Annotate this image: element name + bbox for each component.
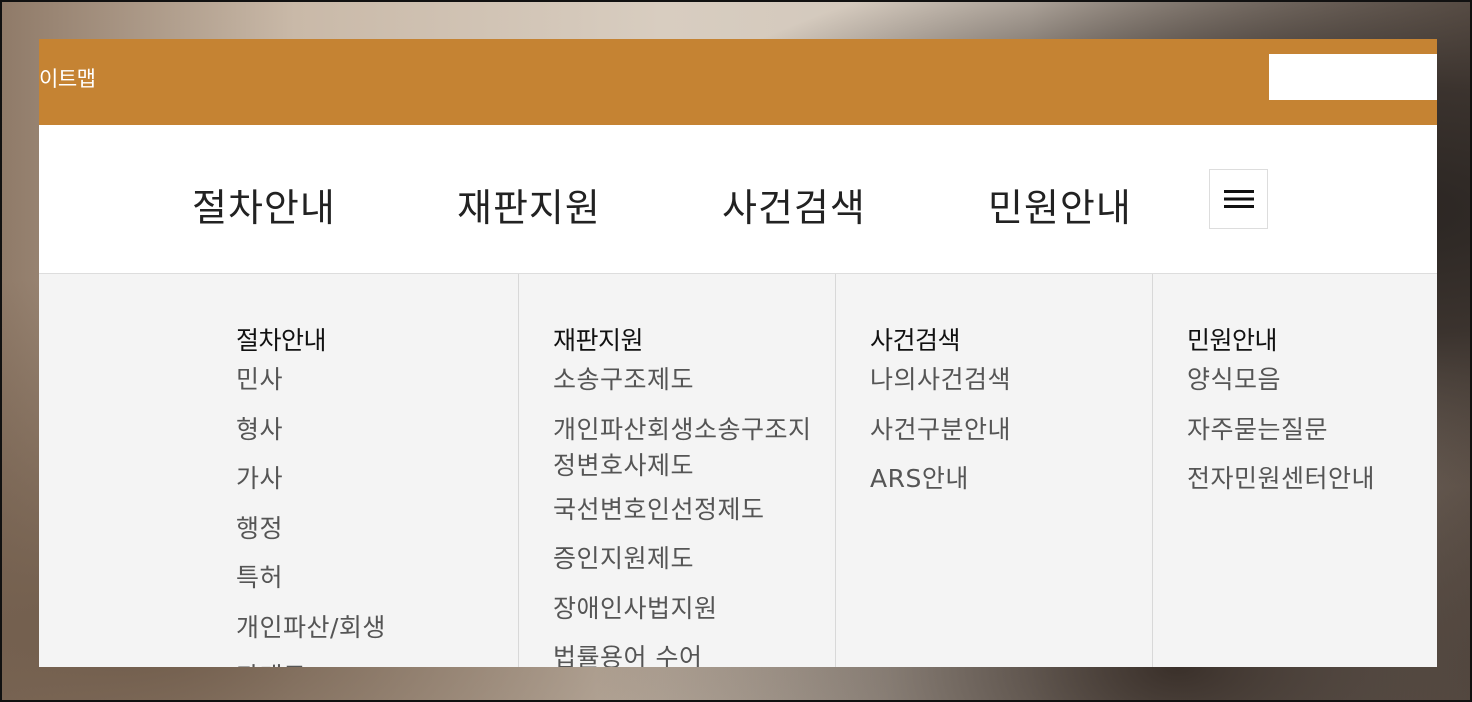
list-item[interactable]: 개인파산/회생: [236, 610, 386, 646]
column-title[interactable]: 절차안내: [236, 321, 327, 357]
nav-item-case-search[interactable]: 사건검색: [722, 177, 866, 232]
list-item[interactable]: 행정: [236, 511, 386, 547]
list-item[interactable]: 사건구분안내: [870, 412, 1011, 448]
sitemap-title: 이트맵: [39, 67, 96, 91]
hamburger-icon: [1223, 190, 1254, 208]
list-item[interactable]: 소송구조제도: [553, 362, 813, 398]
dropdown-column-case-search: 사건검색 나의사건검색 사건구분안내 ARS안내: [835, 274, 1153, 667]
sitemap-panel: 이트맵 절차안내 재판지원 사건검색 민원안내 절차안내 민사 형사 가사 행정…: [39, 39, 1437, 667]
nav-item-procedure[interactable]: 절차안내: [192, 177, 336, 232]
list-item[interactable]: 가사: [236, 461, 386, 497]
list-item[interactable]: 과태료: [236, 659, 386, 667]
list-item[interactable]: 전자민원센터안내: [1187, 461, 1375, 497]
list-item[interactable]: 증인지원제도: [553, 541, 813, 577]
nav-item-civil-service[interactable]: 민원안내: [988, 177, 1132, 232]
column-list: 양식모음 자주묻는질문 전자민원센터안내: [1187, 362, 1375, 511]
list-item[interactable]: 나의사건검색: [870, 362, 1011, 398]
column-list: 민사 형사 가사 행정 특허 개인파산/회생 과태료: [236, 362, 386, 667]
mega-dropdown: 절차안내 민사 형사 가사 행정 특허 개인파산/회생 과태료 재판지원 소송구…: [39, 274, 1437, 667]
main-nav: 절차안내 재판지원 사건검색 민원안내: [39, 125, 1437, 274]
list-item[interactable]: 양식모음: [1187, 362, 1375, 398]
nav-item-trial-support[interactable]: 재판지원: [457, 177, 601, 232]
list-item[interactable]: 장애인사법지원: [553, 591, 813, 627]
dropdown-column-civil-service: 민원안내 양식모음 자주묻는질문 전자민원센터안내: [1152, 274, 1437, 667]
list-item[interactable]: ARS안내: [870, 461, 1011, 497]
column-list: 소송구조제도 개인파산회생소송구조지정변호사제도 국선변호인선정제도 증인지원제…: [553, 362, 813, 667]
list-item[interactable]: 특허: [236, 560, 386, 596]
list-item[interactable]: 국선변호인선정제도: [553, 492, 813, 528]
dropdown-column-procedure: 절차안내 민사 형사 가사 행정 특허 개인파산/회생 과태료: [39, 274, 519, 667]
search-input[interactable]: [1269, 54, 1437, 100]
list-item[interactable]: 형사: [236, 412, 386, 448]
top-bar: 이트맵: [39, 39, 1437, 125]
column-title[interactable]: 사건검색: [870, 321, 961, 357]
list-item[interactable]: 자주묻는질문: [1187, 412, 1375, 448]
dropdown-column-trial-support: 재판지원 소송구조제도 개인파산회생소송구조지정변호사제도 국선변호인선정제도 …: [518, 274, 836, 667]
column-list: 나의사건검색 사건구분안내 ARS안내: [870, 362, 1011, 511]
list-item[interactable]: 법률용어 수어: [553, 640, 813, 667]
list-item[interactable]: 개인파산회생소송구조지정변호사제도: [553, 412, 813, 484]
menu-button[interactable]: [1209, 169, 1268, 229]
list-item[interactable]: 민사: [236, 362, 386, 398]
column-title[interactable]: 민원안내: [1187, 321, 1278, 357]
column-title[interactable]: 재판지원: [553, 321, 644, 357]
